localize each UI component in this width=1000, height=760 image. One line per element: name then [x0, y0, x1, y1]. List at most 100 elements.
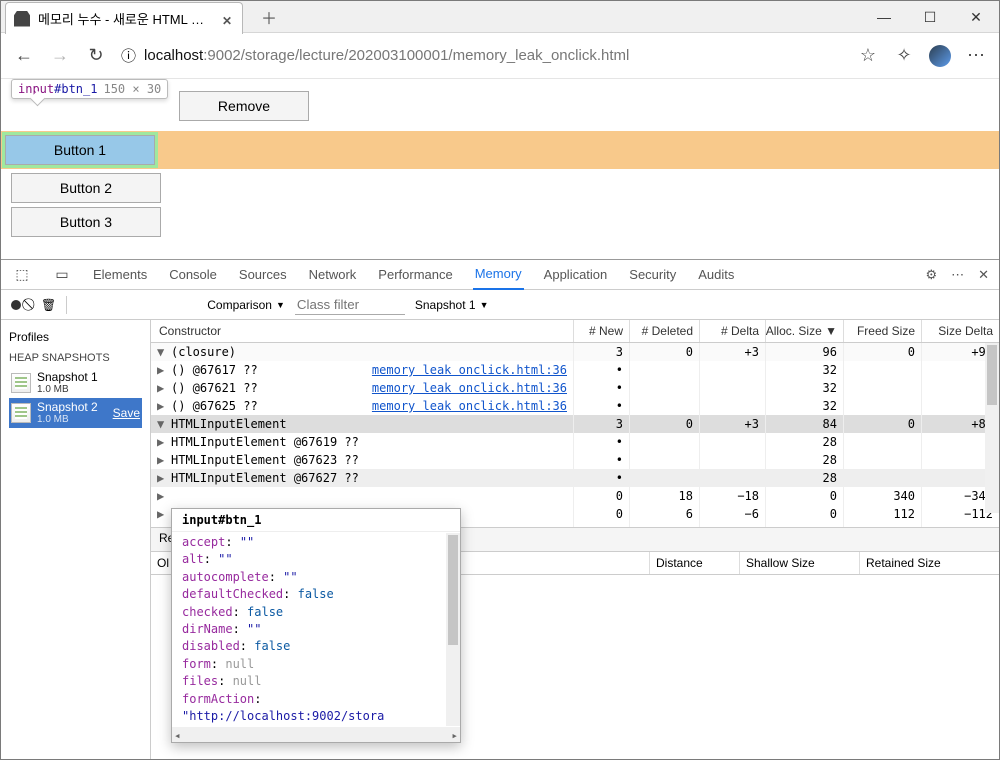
devtools-tabs: ⬚ ▭ Elements Console Sources Network Per… — [1, 260, 999, 290]
snapshot-1-name: Snapshot 1 — [37, 371, 98, 384]
popup-scrollbar-thumb[interactable] — [448, 535, 458, 645]
base-snapshot-label: Snapshot 1 — [415, 298, 476, 312]
table-header: Constructor # New # Deleted # Delta Allo… — [151, 320, 999, 343]
popup-property: form: null — [182, 656, 450, 673]
col-new[interactable]: # New — [573, 320, 629, 342]
col-distance[interactable]: Distance — [649, 552, 739, 574]
snapshot-save-link[interactable]: Save — [113, 406, 140, 420]
snapshot-2-item[interactable]: Snapshot 21.0 MB Save — [9, 398, 142, 428]
table-body[interactable]: ▼(closure) 3 0 +3 96 0 +96 ▶() @67617 ??… — [151, 343, 999, 527]
popup-title: input#btn_1 — [172, 509, 460, 532]
col-deleted[interactable]: # Deleted — [629, 320, 699, 342]
device-toggle-icon[interactable]: ▭ — [51, 264, 73, 286]
popup-property: alt: "" — [182, 551, 450, 568]
col-delta[interactable]: # Delta — [699, 320, 765, 342]
tab-console[interactable]: Console — [167, 260, 219, 290]
favicon-icon — [14, 11, 30, 27]
browser-tab[interactable]: 메모리 누수 - 새로운 HTML 요소 ✕ — [5, 2, 243, 34]
col-constructor[interactable]: Constructor — [151, 320, 573, 342]
col-retained[interactable]: Retained Size — [859, 552, 999, 574]
object-preview-popup: input#btn_1 accept: ""alt: ""autocomplet… — [171, 508, 461, 743]
maximize-icon[interactable]: ☐ — [907, 1, 953, 33]
table-row: ▶HTMLInputElement @67627 ??•28 — [151, 469, 999, 487]
popup-scrollbar-h[interactable]: ◂▸ — [172, 727, 460, 743]
tab-security[interactable]: Security — [627, 260, 678, 290]
inspect-element-icon[interactable]: ⬚ — [11, 264, 33, 286]
button-3[interactable]: Button 3 — [11, 207, 161, 237]
popup-property: checked: false — [182, 604, 450, 621]
popup-scrollbar-v[interactable] — [446, 533, 460, 726]
comparison-select[interactable]: Comparison▼ — [207, 298, 285, 312]
popup-property: files: null — [182, 673, 450, 690]
record-icon[interactable] — [11, 300, 21, 310]
popup-body[interactable]: accept: ""alt: ""autocomplete: ""default… — [172, 532, 460, 727]
gc-icon[interactable]: 🗑 — [41, 298, 56, 312]
comparison-label: Comparison — [207, 298, 272, 312]
tab-sources[interactable]: Sources — [237, 260, 289, 290]
col-alloc[interactable]: Alloc. Size ▼ — [765, 320, 843, 342]
button-2[interactable]: Button 2 — [11, 173, 161, 203]
snapshot-icon — [11, 373, 31, 393]
page-content: input#btn_1150 × 30 Remove Button 1 Butt… — [1, 79, 999, 247]
memory-toolbar: ⃠ 🗑 Comparison▼ Snapshot 1▼ — [1, 290, 999, 320]
source-link[interactable]: memory leak onclick.html:36 — [372, 381, 567, 395]
tab-memory[interactable]: Memory — [473, 260, 524, 290]
memory-body: Profiles HEAP SNAPSHOTS Snapshot 11.0 MB… — [1, 320, 999, 759]
tab-network[interactable]: Network — [307, 260, 359, 290]
tab-application[interactable]: Application — [542, 260, 610, 290]
col-sdelta[interactable]: Size Delta — [921, 320, 999, 342]
url-path: /storage/lecture/202003100001/memory_lea… — [241, 47, 630, 64]
devtools-more-icon[interactable]: ⋯ — [951, 267, 964, 283]
popup-property: autocomplete: "" — [182, 569, 450, 586]
popup-property: accept: "" — [182, 534, 450, 551]
table-row: ▶HTMLInputElement @67619 ??•28 — [151, 433, 999, 451]
tab-performance[interactable]: Performance — [376, 260, 454, 290]
devtools-panel: ⬚ ▭ Elements Console Sources Network Per… — [1, 259, 999, 759]
tab-title: 메모리 누수 - 새로운 HTML 요소 — [38, 9, 208, 28]
table-row: ▶() @67617 ??memory leak onclick.html:36… — [151, 361, 999, 379]
navbar: ← → ↻ ⓘ localhost:9002/storage/lecture/2… — [1, 33, 999, 79]
titlebar: 메모리 누수 - 새로운 HTML 요소 ✕ ＋ — ☐ ✕ — [1, 1, 999, 33]
address-bar[interactable]: ⓘ localhost:9002/storage/lecture/2020031… — [121, 45, 843, 66]
class-filter-input[interactable] — [295, 295, 405, 315]
tab-elements[interactable]: Elements — [91, 260, 149, 290]
col-freed[interactable]: Freed Size — [843, 320, 921, 342]
source-link[interactable]: memory leak onclick.html:36 — [372, 363, 567, 377]
reading-list-icon[interactable]: ✧ — [893, 45, 915, 67]
col-shallow[interactable]: Shallow Size — [739, 552, 859, 574]
favorite-icon[interactable]: ☆ — [857, 45, 879, 67]
scrollbar[interactable] — [985, 343, 999, 513]
more-icon[interactable]: ⋯ — [965, 45, 987, 67]
url-host: localhost — [144, 47, 203, 64]
table-row: ▶HTMLInputElement @67623 ??•28 — [151, 451, 999, 469]
table-row: ▶018−180340−340 — [151, 487, 999, 505]
devtools-close-icon[interactable]: ✕ — [978, 267, 989, 283]
base-snapshot-select[interactable]: Snapshot 1▼ — [415, 298, 489, 312]
popup-property: disabled: false — [182, 638, 450, 655]
scrollbar-thumb[interactable] — [987, 345, 997, 405]
tab-audits[interactable]: Audits — [696, 260, 736, 290]
forward-icon[interactable]: → — [49, 45, 71, 67]
url-port: :9002 — [203, 47, 241, 64]
source-link[interactable]: memory leak onclick.html:36 — [372, 399, 567, 413]
remove-button[interactable]: Remove — [179, 91, 309, 121]
snapshot-1-size: 1.0 MB — [37, 384, 98, 395]
devtools-settings-icon[interactable]: ⚙ — [925, 267, 937, 283]
minimize-icon[interactable]: — — [861, 1, 907, 33]
back-icon[interactable]: ← — [13, 45, 35, 67]
site-info-icon[interactable]: ⓘ — [121, 45, 136, 66]
profiles-heading: Profiles — [9, 330, 142, 344]
snapshot-1-item[interactable]: Snapshot 11.0 MB — [9, 368, 142, 398]
divider — [66, 296, 67, 314]
tooltip-tag: input — [18, 82, 54, 96]
inspect-highlight-row: Button 1 — [1, 131, 999, 169]
reload-icon[interactable]: ↻ — [85, 45, 107, 67]
table-row: ▼HTMLInputElement 3 0 +3 84 0 +84 — [151, 415, 999, 433]
new-tab-button[interactable]: ＋ — [253, 1, 285, 33]
popup-property: defaultChecked: false — [182, 586, 450, 603]
tab-close-icon[interactable]: ✕ — [222, 14, 232, 24]
button-1[interactable]: Button 1 — [5, 135, 155, 165]
close-icon[interactable]: ✕ — [953, 1, 999, 33]
profile-avatar[interactable] — [929, 45, 951, 67]
table-row: ▶() @67625 ??memory leak onclick.html:36… — [151, 397, 999, 415]
